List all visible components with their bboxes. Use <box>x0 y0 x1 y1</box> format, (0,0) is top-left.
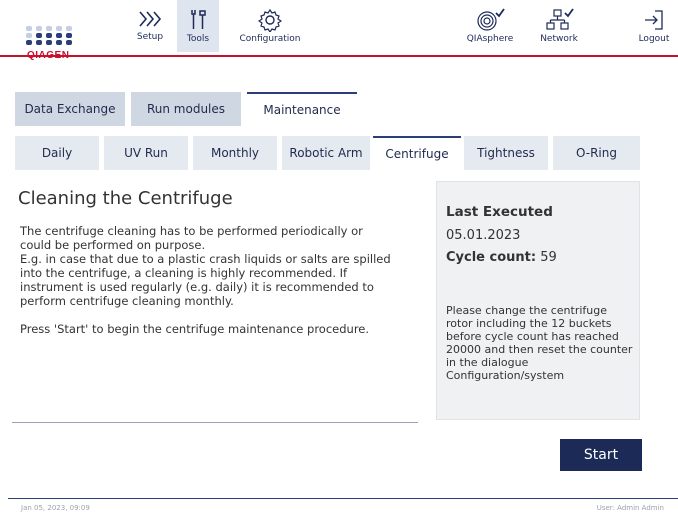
cycle-count-value: 59 <box>540 250 557 265</box>
nav-configuration-button[interactable]: Configuration <box>236 0 304 52</box>
cycle-count-label: Cycle count: <box>446 250 537 265</box>
nav-logout-button[interactable]: Logout <box>634 0 674 52</box>
subtab-monthly[interactable]: Monthly <box>193 136 277 170</box>
nav-tools-label: Tools <box>186 34 210 44</box>
gear-icon <box>258 8 282 32</box>
nav-setup-label: Setup <box>136 32 164 42</box>
network-icon <box>546 8 574 30</box>
footer-datetime: Jan 05, 2023, 09:09 <box>21 504 90 512</box>
nav-tools-button[interactable]: Tools <box>177 0 219 52</box>
instruction-text: Press 'Start' to begin the centrifuge ma… <box>20 322 370 336</box>
qiagen-logo: QIAGEN <box>18 6 80 61</box>
start-button[interactable]: Start <box>560 439 642 471</box>
tab-run-modules[interactable]: Run modules <box>131 92 241 126</box>
footer-divider <box>8 498 678 499</box>
description-line: into the centrifuge, a cleaning is highl… <box>20 266 348 280</box>
cycle-count: Cycle count: 59 <box>446 250 557 265</box>
app-header: QIAGEN Setup Tools Configuration <box>0 0 678 61</box>
nav-configuration-label: Configuration <box>239 34 301 44</box>
description-line: perform centrifuge cleaning monthly. <box>20 294 234 308</box>
description-line: The centrifuge cleaning has to be perfor… <box>20 224 363 238</box>
header-divider <box>0 55 678 57</box>
subtab-robotic-arm[interactable]: Robotic Arm <box>282 136 370 170</box>
qiasphere-icon <box>477 8 505 31</box>
page-title: Cleaning the Centrifuge <box>18 188 233 209</box>
nav-setup-button[interactable]: Setup <box>128 0 172 52</box>
content-divider <box>12 422 418 423</box>
chevrons-right-icon <box>139 11 162 27</box>
maintenance-sub-tabs: Daily UV Run Monthly Robotic Arm Centrif… <box>15 136 640 170</box>
logout-icon <box>645 10 663 30</box>
description-text: The centrifuge cleaning has to be perfor… <box>20 224 420 336</box>
rotor-change-note: Please change the centrifuge rotor inclu… <box>446 304 633 382</box>
subtab-o-ring[interactable]: O-Ring <box>553 136 640 170</box>
footer-user: User: Admin Admin <box>596 504 664 512</box>
subtab-centrifuge[interactable]: Centrifuge <box>373 136 461 170</box>
tab-data-exchange[interactable]: Data Exchange <box>15 92 125 126</box>
subtab-tightness[interactable]: Tightness <box>464 136 548 170</box>
status-panel: Last Executed 05.01.2023 Cycle count: 59… <box>436 181 640 420</box>
nav-logout-label: Logout <box>638 34 670 44</box>
last-executed-label: Last Executed <box>446 204 553 220</box>
last-executed-date: 05.01.2023 <box>446 228 521 243</box>
logo-dots <box>26 26 73 45</box>
description-line: E.g. in case that due to a plastic crash… <box>20 252 391 266</box>
tab-maintenance[interactable]: Maintenance <box>247 92 357 126</box>
description-line: instrument is used regularly (e.g. daily… <box>20 280 374 294</box>
subtab-daily[interactable]: Daily <box>15 136 99 170</box>
description-line: could be performed on purpose. <box>20 238 206 252</box>
nav-qiasphere-label: QIAsphere <box>466 34 514 44</box>
nav-network-button[interactable]: Network <box>534 0 584 52</box>
nav-network-label: Network <box>540 34 578 44</box>
tools-icon <box>191 10 206 29</box>
subtab-uv-run[interactable]: UV Run <box>104 136 188 170</box>
nav-qiasphere-button[interactable]: QIAsphere <box>465 0 515 52</box>
